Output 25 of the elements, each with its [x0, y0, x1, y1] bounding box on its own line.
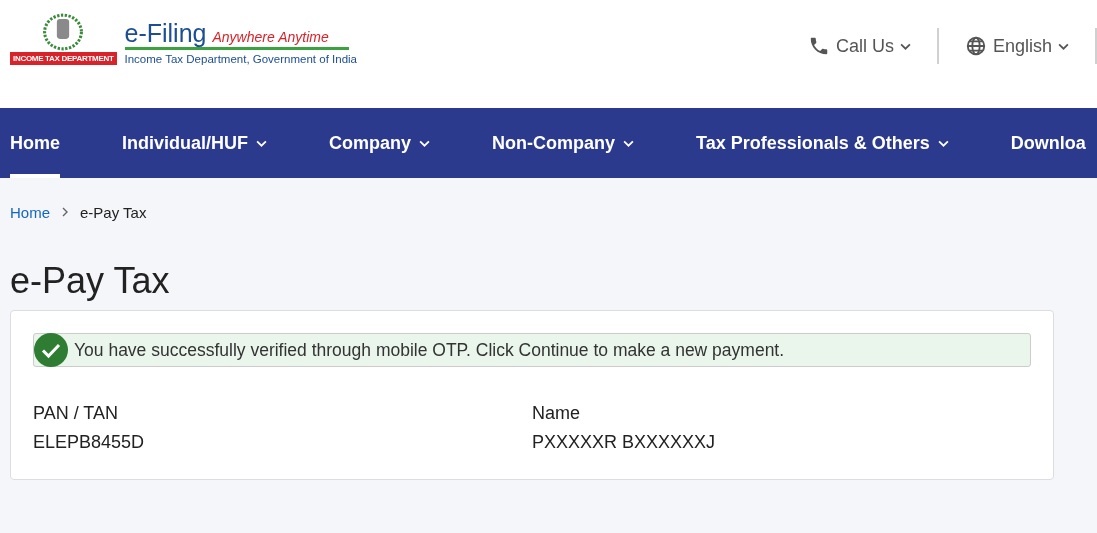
logo-title: e-Filing [124, 20, 207, 46]
breadcrumb-link[interactable]: Home [10, 203, 50, 221]
logo-tagline: Anywhere Anytime [212, 29, 329, 45]
field-value: PXXXXXR BXXXXXXJ [532, 432, 717, 453]
nav-tab[interactable]: Individual/HUF [91, 108, 298, 178]
chevron-down-icon [1058, 42, 1069, 50]
nav-tab[interactable]: Tax Professionals & Others [665, 108, 980, 178]
nav-tab[interactable]: Non-Company [461, 108, 666, 178]
nav-tab[interactable]: Company [298, 108, 462, 178]
field-value: ELEPB8455D [33, 432, 146, 453]
header-dropdown[interactable]: Call Us [781, 28, 937, 64]
logo-subtitle: Income Tax Department, Government of India [124, 53, 357, 65]
breadcrumb-current: e-Pay Tax [80, 203, 147, 221]
page-title: e-Pay Tax [10, 260, 171, 302]
field-label: Name [532, 403, 581, 424]
globe-icon [964, 35, 987, 57]
field-label: PAN / TAN [33, 403, 120, 424]
logo-ribbon-text: INCOME TAX DEPARTMENT [10, 52, 117, 65]
header-dropdown[interactable]: English [938, 28, 1095, 64]
nav-tab[interactable]: Downloa [979, 108, 1097, 178]
chevron-down-icon [899, 42, 911, 50]
nav-tab[interactable]: Home [10, 108, 60, 178]
chevron-right-icon [62, 207, 68, 217]
alert-message: You have successfully verified through mobile OTP. Click Continue to make a new payment. [74, 339, 785, 361]
check-circle-icon [34, 333, 68, 367]
